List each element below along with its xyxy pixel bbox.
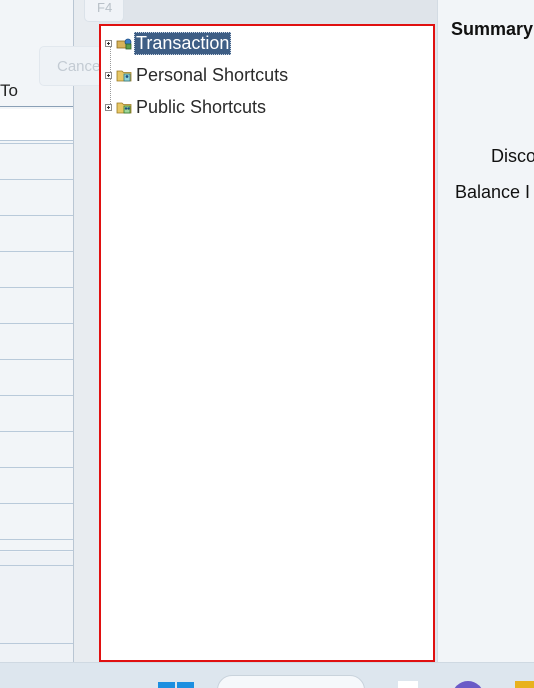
grid-row-line	[0, 359, 73, 360]
public-shortcuts-folder-icon	[116, 102, 132, 114]
expand-icon[interactable]	[105, 103, 112, 111]
windows-start-icon[interactable]	[158, 682, 194, 688]
taskbar	[0, 662, 534, 688]
tree-node-public-shortcuts[interactable]: Public Shortcuts	[105, 95, 268, 119]
balance-label: Balance I	[455, 182, 531, 202]
background-window: To	[0, 0, 74, 662]
tree-node-label: Public Shortcuts	[136, 96, 267, 117]
expand-icon[interactable]	[105, 39, 112, 47]
grid-row-line	[0, 179, 73, 180]
discount-label: Disco	[491, 146, 534, 166]
summary-title: Summary	[451, 19, 534, 39]
f4-button[interactable]: F4	[84, 0, 124, 22]
panel-gap	[74, 0, 99, 662]
grid-row-line	[0, 215, 73, 216]
grid-row-line	[0, 287, 73, 288]
grid-row-line	[0, 503, 73, 504]
to-label: To	[0, 81, 18, 100]
summary-panel: Summary Disco Balance I	[437, 0, 534, 662]
tree-node-label: Personal Shortcuts	[136, 64, 289, 85]
to-input-field[interactable]	[0, 109, 73, 141]
taskbar-search-box[interactable]	[217, 675, 365, 688]
expand-icon[interactable]	[105, 71, 112, 79]
grid-row-line	[0, 323, 73, 324]
grid-row-line	[0, 467, 73, 468]
personal-shortcuts-folder-icon	[116, 70, 132, 82]
grid-row-line	[0, 550, 73, 551]
grid-row-line	[0, 539, 73, 540]
tree-node-personal-shortcuts[interactable]: Personal Shortcuts	[105, 63, 290, 87]
grid-row-line	[0, 643, 73, 644]
to-divider	[0, 106, 73, 107]
tree-node-label: Transaction	[134, 31, 232, 55]
shortcut-tree-panel[interactable]: Transaction Personal Shortcuts Public Sh…	[99, 24, 435, 662]
grid-row-line	[0, 251, 73, 252]
grid-row-line	[0, 431, 73, 432]
transaction-folder-icon	[116, 38, 132, 50]
grid-row-line	[0, 143, 73, 144]
left-footer-area	[0, 552, 73, 662]
tree-node-transaction[interactable]: Transaction	[105, 31, 232, 55]
grid-row-line	[0, 565, 73, 566]
grid-row-line	[0, 395, 73, 396]
